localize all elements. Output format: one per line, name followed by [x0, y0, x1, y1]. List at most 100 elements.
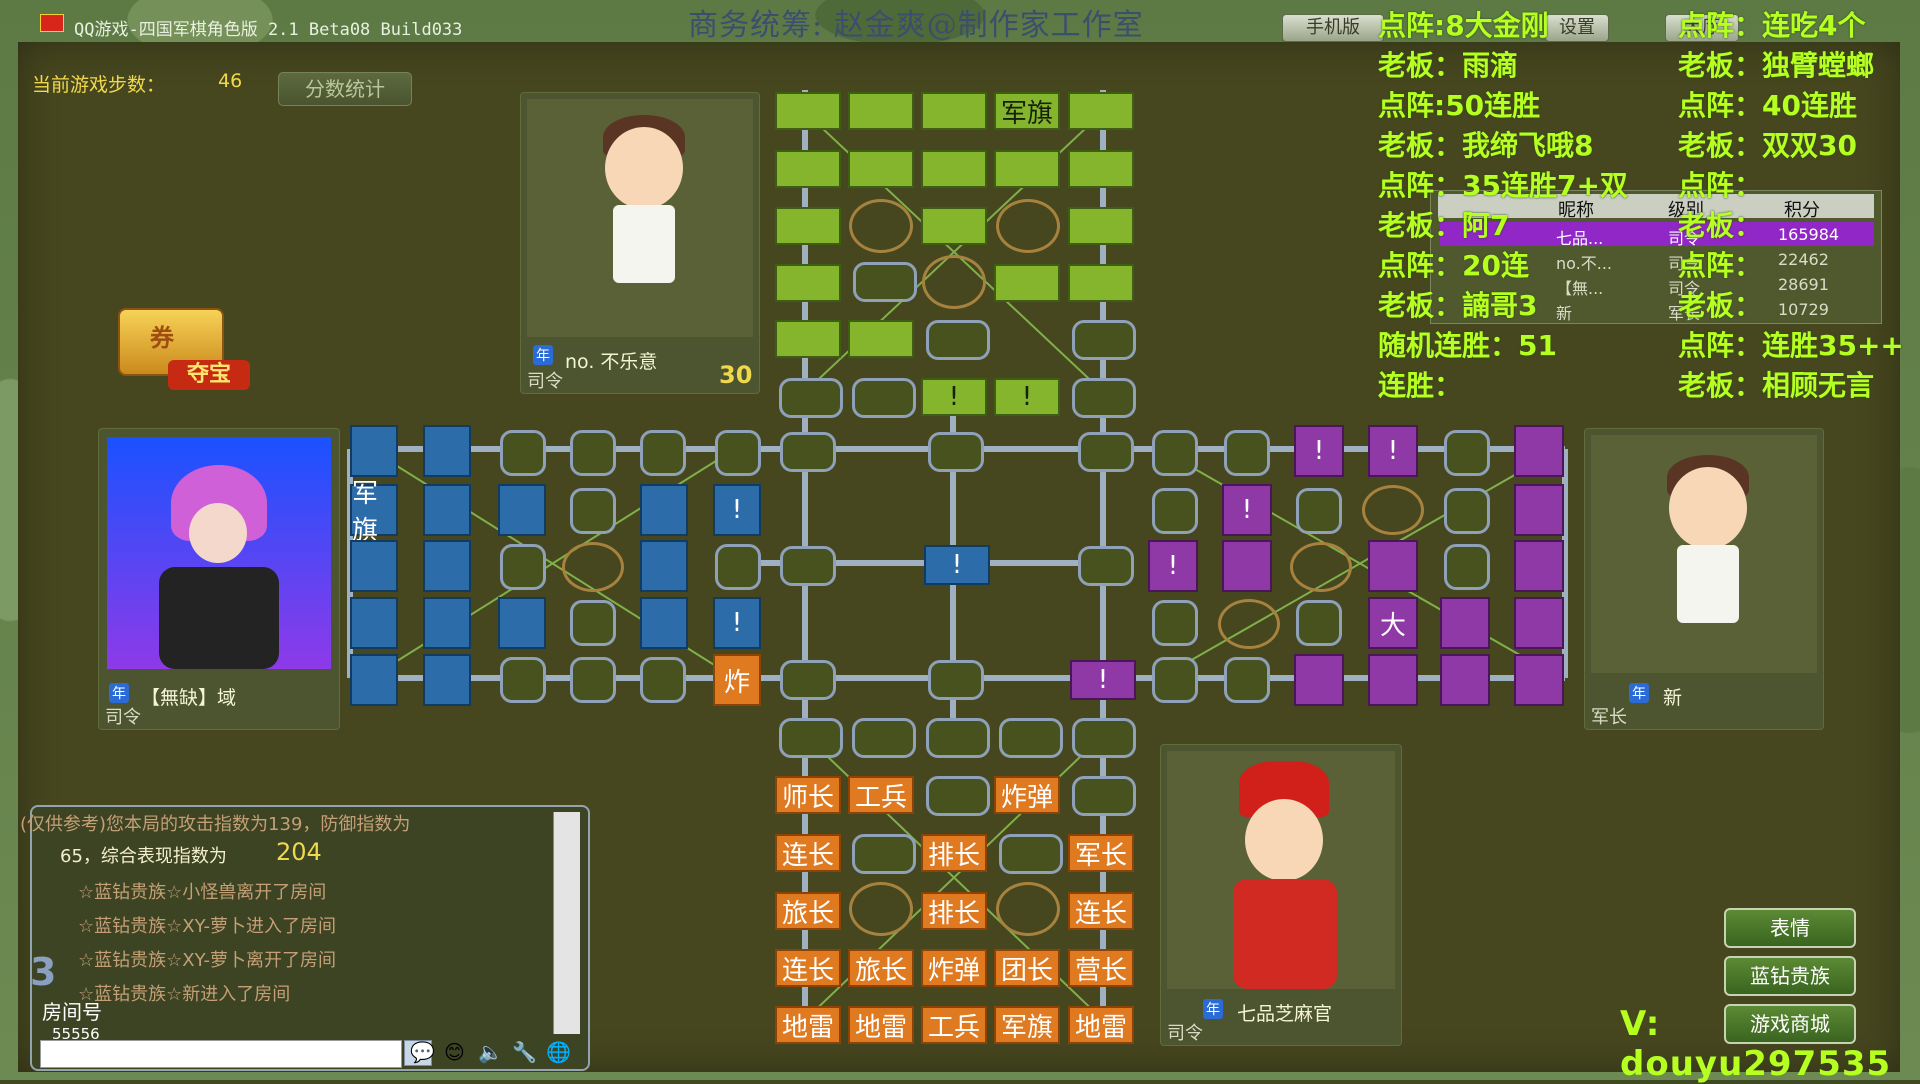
board-slot[interactable]: [853, 262, 917, 302]
board-piece[interactable]: [1514, 540, 1564, 592]
board-piece[interactable]: [1068, 150, 1134, 188]
board-piece[interactable]: !: [713, 484, 761, 536]
board-piece[interactable]: [350, 654, 398, 706]
board-piece[interactable]: 地雷: [848, 1006, 914, 1044]
board-slot[interactable]: [1072, 378, 1136, 418]
board-piece[interactable]: !: [1148, 540, 1198, 592]
chat-scrollbar[interactable]: [553, 812, 580, 1034]
board-slot[interactable]: [1078, 432, 1134, 472]
board-slot[interactable]: [570, 600, 616, 646]
board-piece[interactable]: [1222, 540, 1272, 592]
board-piece[interactable]: [350, 597, 398, 649]
board-piece[interactable]: [1514, 597, 1564, 649]
board-piece[interactable]: 大: [1368, 597, 1418, 649]
board-slot[interactable]: [1152, 488, 1198, 534]
board-piece[interactable]: 炸弹: [921, 949, 987, 987]
board-slot[interactable]: [1444, 544, 1490, 590]
board-slot[interactable]: [926, 718, 990, 758]
board-piece[interactable]: [1368, 654, 1418, 706]
board-piece[interactable]: [994, 264, 1060, 302]
board-slot[interactable]: [1072, 320, 1136, 360]
camp-slot[interactable]: [849, 199, 913, 253]
board-piece[interactable]: 炸: [713, 654, 761, 706]
board-piece[interactable]: !: [1222, 484, 1272, 536]
board-piece[interactable]: [423, 425, 471, 477]
board-slot[interactable]: [1296, 488, 1342, 534]
board-piece[interactable]: 团长: [994, 949, 1060, 987]
board-piece[interactable]: 工兵: [921, 1006, 987, 1044]
chat-bubble-icon[interactable]: 💬: [410, 1040, 435, 1064]
board-piece[interactable]: [921, 207, 987, 245]
board-slot[interactable]: [780, 546, 836, 586]
board-piece[interactable]: 营长: [1068, 949, 1134, 987]
board-piece[interactable]: !: [1070, 660, 1136, 700]
board-slot[interactable]: [640, 657, 686, 703]
camp-slot[interactable]: [849, 882, 913, 936]
board-piece[interactable]: [1068, 207, 1134, 245]
camp-slot[interactable]: [922, 255, 986, 309]
board-piece[interactable]: [350, 540, 398, 592]
board-piece[interactable]: [848, 150, 914, 188]
board-piece[interactable]: [350, 425, 398, 477]
globe-icon[interactable]: 🌐: [546, 1040, 571, 1064]
board-piece[interactable]: [1440, 654, 1490, 706]
board-piece-center[interactable]: !: [924, 545, 990, 585]
board-piece[interactable]: 地雷: [1068, 1006, 1134, 1044]
board-piece[interactable]: [423, 484, 471, 536]
board-piece[interactable]: [640, 540, 688, 592]
board-slot[interactable]: [1152, 600, 1198, 646]
board-slot[interactable]: [780, 432, 836, 472]
board-piece[interactable]: [848, 92, 914, 130]
board-piece[interactable]: !: [921, 378, 987, 416]
board-piece[interactable]: [921, 92, 987, 130]
board-slot[interactable]: [1078, 546, 1134, 586]
board-piece[interactable]: [775, 320, 841, 358]
tool-icon[interactable]: 🔧: [512, 1040, 537, 1064]
board-piece[interactable]: [423, 654, 471, 706]
board-slot[interactable]: [1444, 488, 1490, 534]
board-piece[interactable]: [498, 597, 546, 649]
board-piece[interactable]: [775, 150, 841, 188]
board-piece[interactable]: [498, 484, 546, 536]
board-slot[interactable]: [1072, 718, 1136, 758]
board-piece[interactable]: [640, 597, 688, 649]
board-piece[interactable]: 地雷: [775, 1006, 841, 1044]
board-slot[interactable]: [852, 378, 916, 418]
board-piece[interactable]: 军旗: [350, 479, 398, 546]
board-piece[interactable]: [775, 264, 841, 302]
board-piece[interactable]: [775, 92, 841, 130]
board-slot[interactable]: [928, 660, 984, 700]
board-slot[interactable]: [999, 718, 1063, 758]
camp-slot[interactable]: [1290, 542, 1352, 592]
board-piece[interactable]: !: [1368, 425, 1418, 477]
board-slot[interactable]: [1224, 430, 1270, 476]
board-piece[interactable]: [1068, 92, 1134, 130]
board-slot[interactable]: [926, 320, 990, 360]
camp-slot[interactable]: [562, 542, 624, 592]
board-piece[interactable]: 连长: [775, 949, 841, 987]
board-piece[interactable]: 军长: [1068, 834, 1134, 872]
camp-slot[interactable]: [996, 882, 1060, 936]
board-piece[interactable]: [1068, 264, 1134, 302]
board-piece[interactable]: [423, 597, 471, 649]
board-slot[interactable]: [1152, 430, 1198, 476]
board-piece[interactable]: 师长: [775, 776, 841, 814]
board-slot[interactable]: [1444, 430, 1490, 476]
board-piece[interactable]: 旅长: [775, 892, 841, 930]
board-slot[interactable]: [500, 430, 546, 476]
board-slot[interactable]: [779, 718, 843, 758]
board-piece[interactable]: 工兵: [848, 776, 914, 814]
board-piece[interactable]: 排长: [921, 834, 987, 872]
board-piece[interactable]: 旅长: [848, 949, 914, 987]
board-slot[interactable]: [715, 430, 761, 476]
board-slot[interactable]: [1072, 776, 1136, 816]
camp-slot[interactable]: [1362, 485, 1424, 535]
board-slot[interactable]: [500, 544, 546, 590]
board-piece[interactable]: 连长: [1068, 892, 1134, 930]
board-piece[interactable]: [640, 484, 688, 536]
board-piece[interactable]: [775, 207, 841, 245]
sound-icon[interactable]: 🔈: [478, 1040, 503, 1064]
board-piece[interactable]: [994, 150, 1060, 188]
emoji-icon[interactable]: 😊: [444, 1040, 465, 1064]
emoticon-button[interactable]: 表情: [1724, 908, 1856, 948]
